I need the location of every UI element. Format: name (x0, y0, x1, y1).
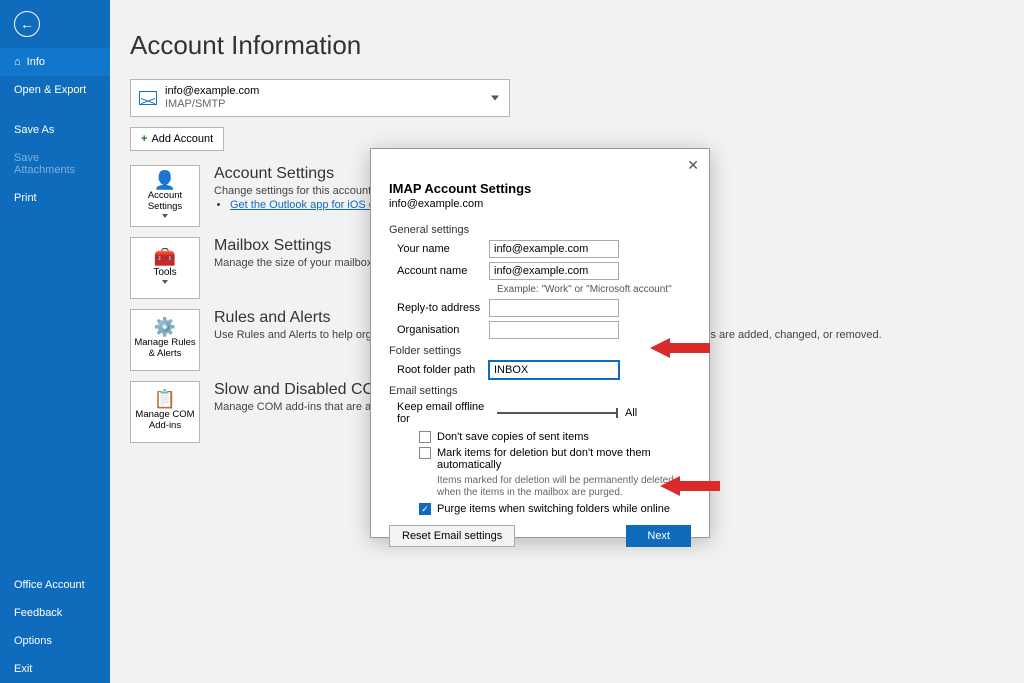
label-account-name: Account name (389, 265, 489, 277)
nav-options[interactable]: Options (0, 627, 110, 655)
annotation-arrow (650, 336, 710, 360)
nav-save-as[interactable]: Save As (0, 116, 110, 144)
chevron-down-icon (491, 96, 499, 101)
checkbox-dont-save[interactable] (419, 431, 431, 443)
slider-value: All (625, 407, 637, 419)
tile-account-settings[interactable]: 👤Account Settings (130, 165, 200, 227)
chevron-down-icon (162, 214, 168, 218)
chevron-down-icon (162, 280, 168, 284)
add-account-button[interactable]: +Add Account (130, 127, 224, 151)
input-root-folder[interactable] (489, 361, 619, 379)
back-button[interactable]: ← (0, 0, 110, 48)
nav-save-attachments: Save Attachments (0, 144, 110, 184)
mail-icon (139, 91, 157, 105)
label-keep-offline: Keep email offline for (389, 401, 497, 425)
nav-office-account[interactable]: Office Account (0, 571, 110, 599)
reset-email-button[interactable]: Reset Email settings (389, 525, 515, 547)
account-selector[interactable]: info@example.com IMAP/SMTP (130, 79, 510, 117)
user-icon: 👤 (154, 175, 176, 186)
nav-info[interactable]: ⌂Info (0, 48, 110, 76)
next-button[interactable]: Next (626, 525, 691, 547)
checkbox-purge[interactable]: ✓ (419, 503, 431, 515)
input-account-name[interactable] (489, 262, 619, 280)
note-mark-delete: Items marked for deletion will be perman… (389, 475, 691, 499)
addin-icon: 📋 (154, 394, 176, 405)
label-mark-delete: Mark items for deletion but don't move t… (437, 447, 691, 471)
nav-exit[interactable]: Exit (0, 655, 110, 683)
input-organisation[interactable] (489, 321, 619, 339)
input-reply-to[interactable] (489, 299, 619, 317)
label-organisation: Organisation (389, 324, 489, 336)
dialog-email: info@example.com (389, 198, 691, 210)
rules-icon: ⚙️ (154, 322, 176, 333)
group-email-settings: Email settings (389, 385, 691, 397)
slider-keep-offline[interactable] (497, 412, 617, 414)
group-general: General settings (389, 224, 691, 236)
dialog-close-button[interactable]: ✕ (687, 157, 699, 174)
label-root-folder: Root folder path (389, 364, 489, 376)
back-arrow-icon: ← (14, 11, 40, 37)
label-purge: Purge items when switching folders while… (437, 503, 670, 515)
checkbox-mark-delete[interactable] (419, 447, 431, 459)
annotation-arrow (660, 474, 720, 498)
label-reply-to: Reply-to address (389, 302, 489, 314)
tile-tools[interactable]: 🧰Tools (130, 237, 200, 299)
backstage-sidebar: ← ⌂Info Open & Export Save As Save Attac… (0, 0, 110, 683)
toolbox-icon: 🧰 (154, 252, 176, 263)
plus-icon: + (141, 133, 147, 145)
account-name-hint: Example: "Work" or "Microsoft account" (497, 284, 691, 295)
tile-rules[interactable]: ⚙️Manage Rules & Alerts (130, 309, 200, 371)
page-title: Account Information (130, 30, 1004, 61)
account-protocol: IMAP/SMTP (165, 98, 259, 111)
home-icon: ⌂ (14, 56, 21, 68)
dialog-title: IMAP Account Settings (389, 181, 691, 196)
group-folder: Folder settings (389, 345, 691, 357)
nav-feedback[interactable]: Feedback (0, 599, 110, 627)
nav-print[interactable]: Print (0, 184, 110, 212)
label-your-name: Your name (389, 243, 489, 255)
nav-open-export[interactable]: Open & Export (0, 76, 110, 104)
input-your-name[interactable] (489, 240, 619, 258)
account-email: info@example.com (165, 85, 259, 98)
label-dont-save: Don't save copies of sent items (437, 431, 589, 443)
tile-com-addins[interactable]: 📋Manage COM Add-ins (130, 381, 200, 443)
